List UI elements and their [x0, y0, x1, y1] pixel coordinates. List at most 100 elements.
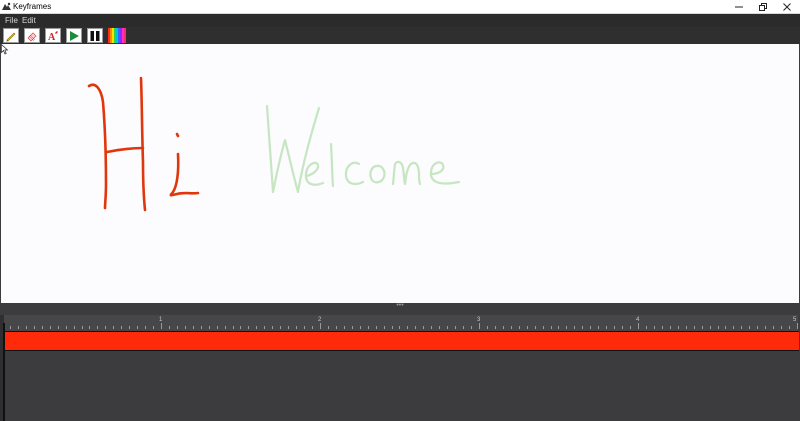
ruler-minor-tick [113, 326, 114, 329]
ruler-minor-tick [217, 326, 218, 329]
ruler-minor-tick [153, 326, 154, 329]
menu-file[interactable]: File [5, 15, 18, 26]
ruler-minor-tick [288, 326, 289, 329]
ruler-minor-tick [543, 326, 544, 329]
ruler-minor-tick [741, 326, 742, 329]
play-button[interactable] [66, 28, 82, 43]
ruler-minor-tick [97, 326, 98, 329]
text-icon: A [48, 30, 58, 42]
ruler-minor-tick [551, 326, 552, 329]
keyframe-track[interactable] [4, 331, 799, 351]
ruler-minor-tick [392, 326, 393, 329]
ruler-minor-tick [566, 326, 567, 329]
ruler-minor-tick [256, 326, 257, 329]
ruler-minor-tick [535, 326, 536, 329]
ruler-minor-tick [614, 326, 615, 329]
ruler-minor-tick [582, 326, 583, 329]
eraser-icon [27, 32, 37, 41]
ruler-minor-tick [471, 326, 472, 329]
ruler-minor-tick [702, 326, 703, 329]
play-icon [70, 30, 79, 41]
ruler-minor-tick [399, 326, 400, 329]
restore-icon [759, 3, 767, 11]
ruler-minor-tick [439, 326, 440, 329]
ruler-minor-tick [781, 326, 782, 329]
ruler-minor-tick [169, 326, 170, 329]
minimize-icon [735, 6, 743, 8]
ruler-minor-tick [590, 326, 591, 329]
ruler-marker-label: 5 [793, 317, 797, 323]
close-button[interactable] [775, 0, 799, 14]
ruler-minor-tick [574, 326, 575, 329]
ruler-minor-tick [209, 326, 210, 329]
ruler-minor-tick [558, 326, 559, 329]
ruler-minor-tick [376, 326, 377, 329]
pencil-tool-button[interactable] [3, 28, 19, 43]
ruler-minor-tick [312, 326, 313, 329]
playhead[interactable] [3, 323, 5, 421]
ruler-minor-tick [233, 326, 234, 329]
stroke-welcome [265, 104, 461, 194]
ruler-minor-tick [193, 326, 194, 329]
ruler-major-tick [797, 323, 798, 329]
color-picker-button[interactable] [108, 28, 126, 43]
timeline-panel: 1 2 3 4 5 [0, 309, 800, 421]
canvas-drawing [87, 76, 461, 212]
ruler-minor-tick [201, 326, 202, 329]
ruler-marker-label: 2 [318, 317, 322, 323]
ruler-minor-tick [26, 326, 27, 329]
ruler-minor-tick [18, 326, 19, 329]
toolbar: A [0, 27, 800, 44]
ruler-minor-tick [407, 326, 408, 329]
ruler-minor-tick [423, 326, 424, 329]
ruler-minor-tick [694, 326, 695, 329]
ruler-minor-tick [240, 326, 241, 329]
ruler-minor-tick [137, 326, 138, 329]
drawing-canvas[interactable] [1, 44, 799, 303]
window-title: Keyframes [13, 2, 52, 11]
ruler-minor-tick [264, 326, 265, 329]
ruler-minor-tick [519, 326, 520, 329]
ruler-minor-tick [606, 326, 607, 329]
ruler-minor-tick [495, 326, 496, 329]
eraser-tool-button[interactable] [24, 28, 40, 43]
ruler-minor-tick [765, 326, 766, 329]
ruler-minor-tick [384, 326, 385, 329]
pencil-icon [6, 32, 16, 41]
ruler-minor-tick [630, 326, 631, 329]
ruler-minor-tick [725, 326, 726, 329]
ruler-marker-label: 3 [477, 317, 481, 323]
ruler-minor-tick [431, 326, 432, 329]
ruler-minor-tick [368, 326, 369, 329]
ruler-minor-tick [185, 326, 186, 329]
menu-bar: File Edit [0, 14, 800, 27]
ruler-minor-tick [304, 326, 305, 329]
ruler-minor-tick [248, 326, 249, 329]
ruler-marker-label: 4 [636, 317, 640, 323]
ruler-minor-tick [415, 326, 416, 329]
text-tool-glyph: A [48, 32, 56, 42]
ruler-minor-tick [503, 326, 504, 329]
ruler-minor-tick [527, 326, 528, 329]
ruler-minor-tick [360, 326, 361, 329]
menu-edit[interactable]: Edit [22, 15, 36, 26]
ruler-minor-tick [42, 326, 43, 329]
ruler-minor-tick [654, 326, 655, 329]
text-tool-button[interactable]: A [45, 28, 61, 43]
ruler-minor-tick [733, 326, 734, 329]
restore-button[interactable] [751, 0, 775, 14]
pause-button[interactable] [87, 28, 103, 43]
ruler-minor-tick [487, 326, 488, 329]
ruler-minor-tick [622, 326, 623, 329]
ruler-minor-tick [328, 326, 329, 329]
close-icon [783, 3, 791, 11]
pause-icon [90, 30, 100, 41]
ruler-minor-tick [225, 326, 226, 329]
timeline-ruler[interactable]: 1 2 3 4 5 [4, 315, 798, 331]
ruler-minor-tick [74, 326, 75, 329]
ruler-minor-tick [678, 326, 679, 329]
minimize-button[interactable] [727, 0, 751, 14]
ruler-minor-tick [50, 326, 51, 329]
ruler-minor-tick [598, 326, 599, 329]
ruler-minor-tick [757, 326, 758, 329]
